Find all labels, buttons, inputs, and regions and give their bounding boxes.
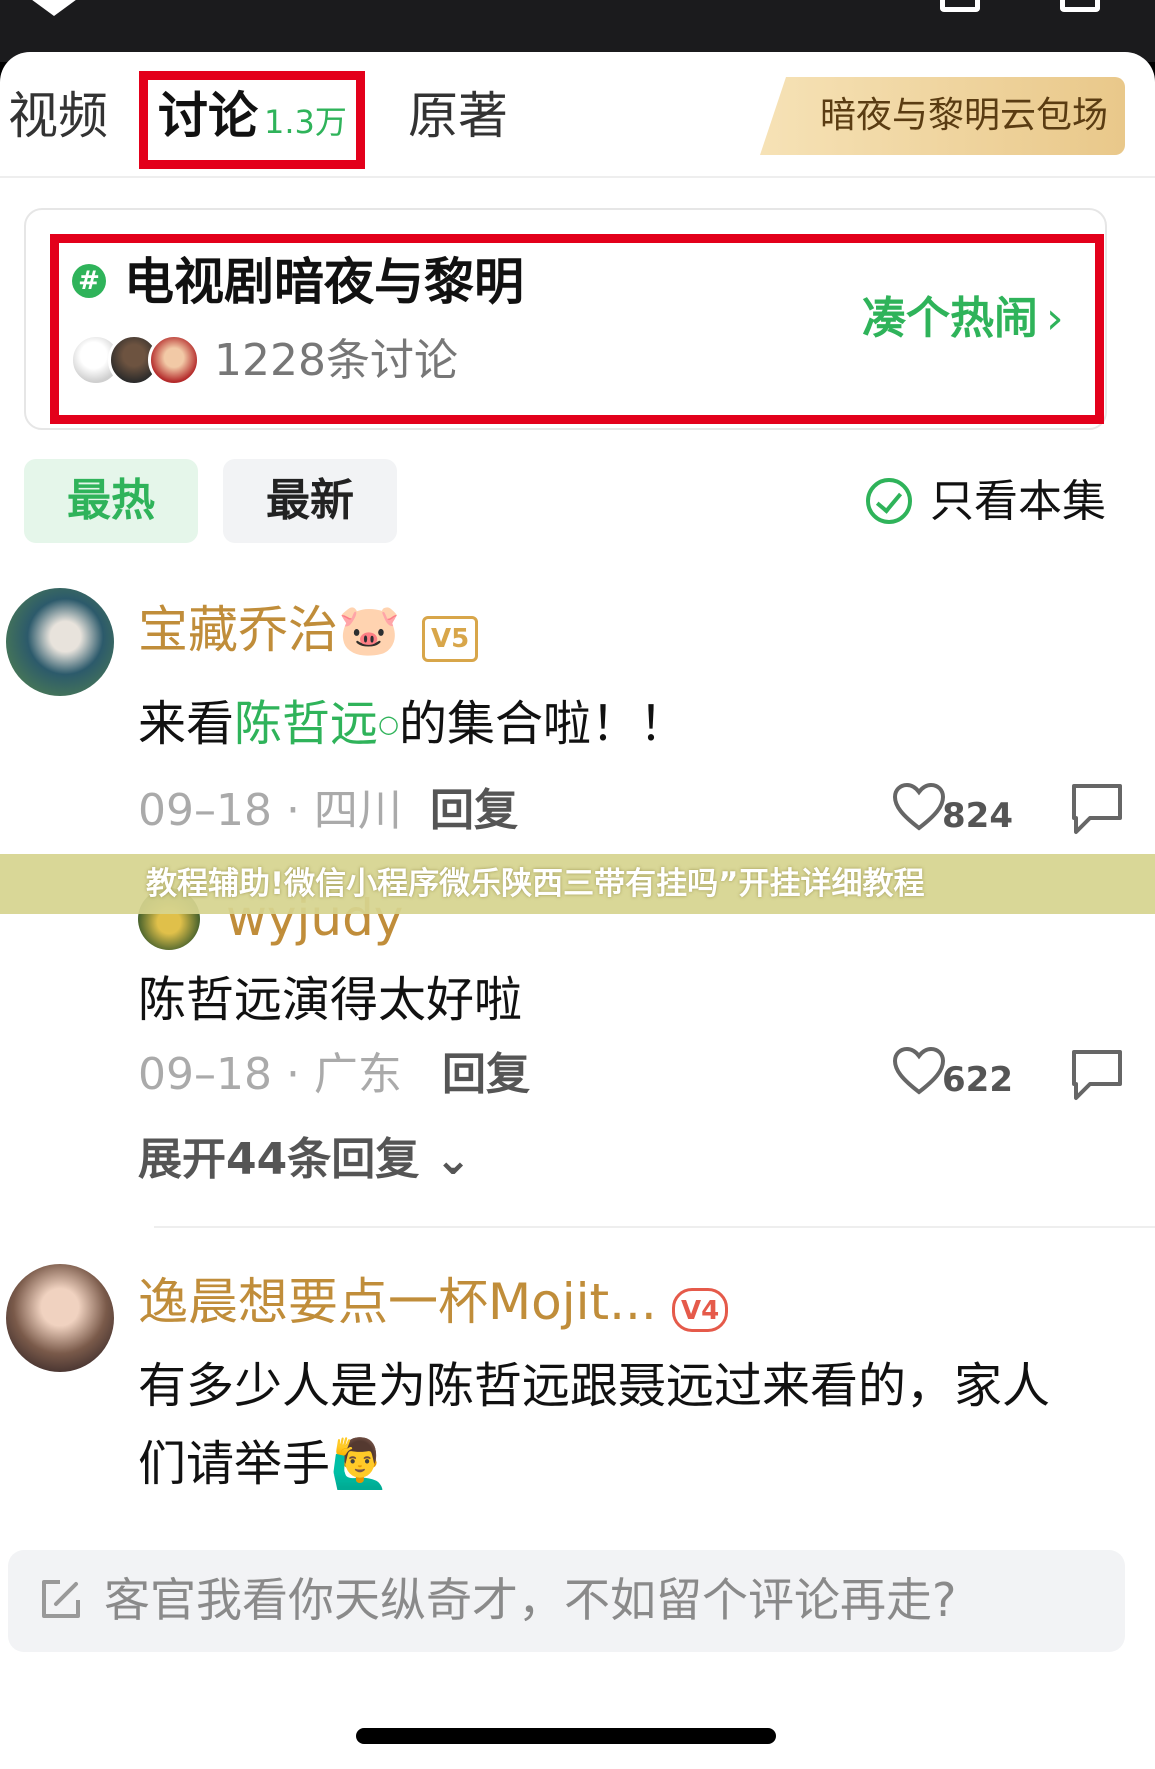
like-count: 622	[942, 1060, 1013, 1100]
filter-hot-button[interactable]: 最热	[24, 459, 198, 543]
level-badge: V5	[422, 616, 479, 662]
comment-username[interactable]: 逸晨想要点一杯Mojit...	[138, 1272, 657, 1332]
fullscreen-icon[interactable]	[1060, 0, 1100, 12]
overlay-banner-text: 教程辅助!微信小程序微乐陕西三带有挂吗”开挂详细教程	[146, 866, 925, 902]
filter-new-button[interactable]: 最新	[223, 459, 397, 543]
comment-meta: 09–18 · 四川	[138, 785, 402, 836]
play-icon[interactable]	[24, 0, 84, 16]
comment-text: 来看陈哲远○的集合啦！！	[138, 694, 687, 754]
tabs-divider	[0, 176, 1155, 178]
tab-video[interactable]: 视频	[8, 86, 108, 146]
check-circle-icon[interactable]	[866, 478, 912, 524]
comment-username[interactable]: 宝藏乔治🐷	[138, 600, 400, 660]
highlight-box-topic	[50, 234, 1104, 424]
promo-banner[interactable]: 暗夜与黎明云包场	[760, 77, 1125, 155]
edit-icon	[38, 1578, 82, 1622]
comment-bubble-icon[interactable]	[1066, 782, 1126, 838]
comment-input-placeholder[interactable]: 客官我看你天纵奇才，不如留个评论再走?	[104, 1570, 956, 1630]
like-button[interactable]: 824	[892, 782, 1013, 838]
comment-avatar[interactable]	[6, 1264, 114, 1372]
level-badge: V4	[672, 1288, 729, 1332]
home-indicator[interactable]	[356, 1728, 776, 1744]
reply-text: 陈哲远演得太好啦	[138, 972, 523, 1028]
mention-link[interactable]: 陈哲远	[234, 696, 378, 752]
chevron-down-icon: ⌄	[434, 1134, 472, 1185]
like-count: 824	[942, 796, 1013, 836]
reply-button[interactable]: 回复	[442, 1048, 530, 1102]
comment-text-line-1: 有多少人是为陈哲远跟聂远过来看的，家人	[138, 1358, 1051, 1414]
like-button[interactable]: 622	[892, 1046, 1013, 1102]
search-mini-icon: ○	[378, 710, 399, 738]
comment-text-part: 的集合啦！！	[398, 696, 687, 752]
tab-novel[interactable]: 原著	[408, 86, 508, 146]
heart-icon	[892, 1046, 946, 1095]
pip-icon[interactable]	[940, 0, 980, 12]
heart-icon	[892, 782, 946, 831]
comment-text-line-2: 们请举手🙋‍♂️	[138, 1436, 390, 1492]
comment-bubble-icon[interactable]	[1066, 1048, 1126, 1104]
reply-button[interactable]: 回复	[430, 784, 518, 838]
expand-replies-button[interactable]: 展开44条回复 ⌄	[138, 1133, 471, 1187]
only-this-episode-toggle[interactable]: 只看本集	[930, 474, 1106, 530]
expand-replies-label: 展开44条回复	[138, 1134, 420, 1185]
comment-avatar[interactable]	[6, 588, 114, 696]
comment-divider	[154, 1226, 1155, 1228]
comment-text-part: 来看	[138, 696, 235, 752]
reply-meta: 09–18 · 广东	[138, 1049, 402, 1100]
highlight-box-tab	[139, 71, 365, 169]
